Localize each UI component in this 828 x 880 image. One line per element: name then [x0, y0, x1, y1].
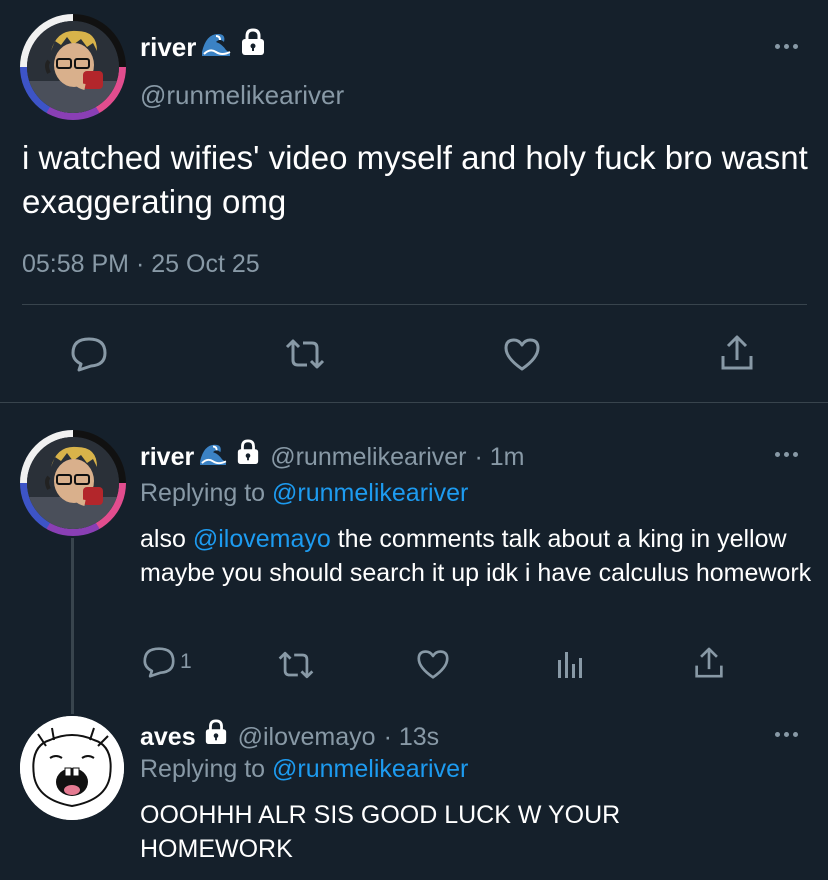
- reply-icon: [143, 647, 175, 678]
- avatar-image: [27, 21, 119, 113]
- lock-icon: [240, 28, 266, 65]
- like-icon: [417, 650, 449, 679]
- share-icon: [695, 647, 723, 678]
- wave-emoji-icon: [200, 29, 232, 65]
- analytics-icon: [558, 652, 582, 678]
- reply1-text: also @ilovemayo the comments talk about …: [140, 522, 812, 590]
- share-button[interactable]: [720, 334, 754, 372]
- reply-button[interactable]: 1: [142, 646, 192, 678]
- reply2-replying-to: Replying to @runmelikeariver: [140, 752, 468, 786]
- replying-to-link[interactable]: @runmelikeariver: [272, 479, 468, 507]
- avatar-image: [20, 716, 124, 820]
- retweet-icon: [285, 339, 325, 369]
- reply1-avatar[interactable]: [27, 437, 119, 529]
- analytics-button[interactable]: [556, 650, 584, 680]
- more-icon[interactable]: [775, 44, 798, 49]
- reply2-display-name[interactable]: aves: [140, 720, 196, 754]
- retweet-button[interactable]: [283, 338, 327, 370]
- replying-to-link[interactable]: @runmelikeariver: [272, 755, 468, 783]
- main-divider-top: [22, 304, 807, 305]
- more-icon[interactable]: [775, 452, 798, 457]
- reply-icon: [71, 337, 107, 372]
- mention-link[interactable]: @ilovemayo: [193, 525, 331, 553]
- main-author-handle[interactable]: @runmelikeariver: [140, 78, 344, 112]
- share-button[interactable]: [694, 646, 724, 680]
- lock-icon: [236, 439, 260, 474]
- tweet-time: 05:58 PM: [22, 250, 130, 278]
- more-icon[interactable]: [775, 732, 798, 737]
- reply-count: 1: [180, 650, 192, 673]
- retweet-button[interactable]: [276, 650, 316, 680]
- share-icon: [721, 335, 753, 370]
- reply2-avatar[interactable]: [20, 716, 124, 820]
- avatar-image: [27, 437, 119, 529]
- reply1-age: · 1m: [474, 442, 525, 471]
- reply-button[interactable]: [70, 336, 108, 372]
- display-name[interactable]: river: [140, 29, 196, 65]
- reply2-age: · 13s: [383, 722, 440, 751]
- main-author-name[interactable]: river: [140, 28, 266, 65]
- lock-icon: [204, 719, 228, 754]
- reply2-text: OOOHHH ALR SIS GOOD LUCK W YOUR HOMEWORK: [140, 801, 621, 863]
- reply1-replying-to: Replying to @runmelikeariver: [140, 476, 468, 510]
- reply2-handle[interactable]: @ilovemayo: [238, 720, 376, 754]
- wave-emoji-icon: [198, 440, 228, 474]
- main-tweet-text: i watched wifies' video myself and holy …: [22, 139, 808, 220]
- main-tweet-timestamp[interactable]: 05:58 PM · 25 Oct 25: [22, 246, 260, 282]
- section-divider: [0, 402, 828, 403]
- timestamp-separator: ·: [135, 250, 145, 278]
- reply2-header: aves @ilovemayo · 13s: [140, 719, 439, 754]
- reply1-handle[interactable]: @runmelikeariver: [270, 440, 466, 474]
- replying-prefix: Replying to: [140, 755, 266, 783]
- like-icon: [504, 338, 540, 371]
- main-avatar[interactable]: [27, 21, 119, 113]
- thread-connector-line: [71, 538, 74, 714]
- retweet-icon: [278, 651, 314, 679]
- tweet-date: 25 Oct 25: [151, 250, 260, 278]
- replying-prefix: Replying to: [140, 479, 266, 507]
- reply1-display-name[interactable]: river: [140, 440, 194, 474]
- reply1-header: river @runmelikeariver · 1m: [140, 439, 524, 474]
- reply1-text-before: also: [140, 525, 186, 553]
- like-button[interactable]: [416, 648, 450, 680]
- like-button[interactable]: [503, 336, 541, 372]
